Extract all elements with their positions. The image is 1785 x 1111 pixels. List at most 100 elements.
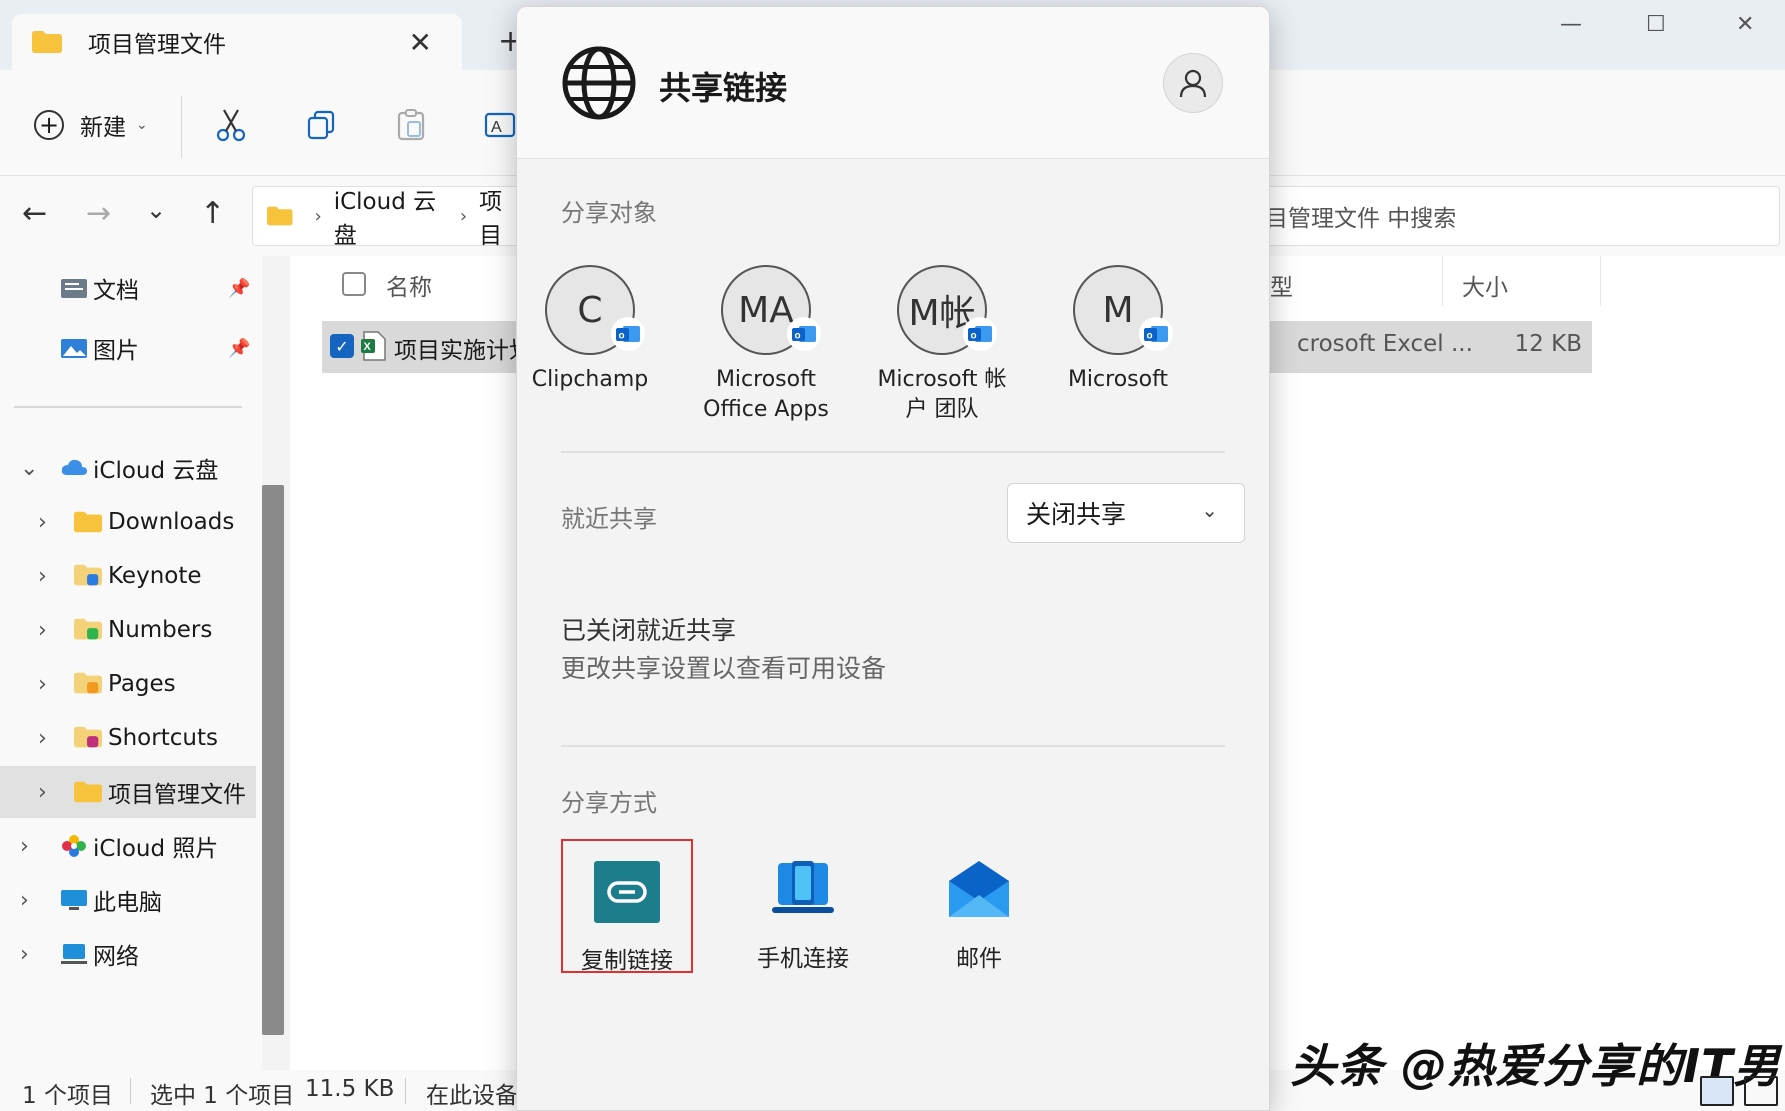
documents-icon (61, 279, 87, 298)
outlook-icon: o (1139, 317, 1173, 351)
nearby-share-heading: 就近共享 (561, 505, 657, 533)
nearby-off-text: 已关闭就近共享 (561, 616, 737, 645)
sidebar-item-numbers[interactable]: › Numbers (0, 604, 256, 656)
chevron-right-icon[interactable]: › (38, 618, 47, 643)
sidebar-item-label: Numbers (108, 617, 213, 643)
sidebar-item-pages[interactable]: › Pages (0, 658, 256, 710)
copy-icon[interactable] (304, 108, 338, 142)
nearby-share-dropdown[interactable]: 关闭共享 ⌄ (1007, 483, 1245, 543)
column-header-name[interactable]: 名称 (386, 268, 432, 302)
numbers-folder-icon (74, 618, 102, 640)
phone-link-button[interactable]: 手机连接 (737, 839, 869, 973)
sidebar-scrollbar[interactable] (262, 485, 284, 1035)
chevron-right-icon[interactable]: › (38, 726, 47, 751)
sidebar-item-pictures[interactable]: 图片 📌 (0, 322, 256, 374)
select-all-checkbox[interactable] (342, 272, 366, 296)
back-arrow-icon[interactable]: ← (22, 196, 47, 231)
section-divider (561, 451, 1225, 453)
copy-link-button[interactable]: 复制链接 (561, 839, 693, 974)
share-dialog: 共享链接 分享对象 C o Clipchamp MA o Microsoft O… (516, 6, 1270, 1111)
new-button[interactable]: + 新建 ⌄ (34, 108, 148, 142)
chevron-right-icon[interactable]: › (38, 564, 47, 589)
sidebar-item-icloud-photos[interactable]: › iCloud 照片 (0, 820, 256, 872)
paste-icon[interactable] (394, 108, 428, 142)
close-window-button[interactable]: ✕ (1736, 12, 1754, 37)
breadcrumb-icloud[interactable]: iCloud 云盘 (334, 182, 448, 250)
minimize-button[interactable]: — (1560, 12, 1582, 37)
status-size: 11.5 KB (305, 1076, 395, 1102)
row-checkbox[interactable]: ✓ (330, 334, 354, 358)
method-label: 邮件 (956, 946, 1002, 972)
contact-clipchamp[interactable]: C o Clipchamp (515, 265, 665, 395)
chevron-right-icon[interactable]: › (38, 672, 47, 697)
share-title: 共享链接 (659, 69, 788, 107)
contact-name: Clipchamp (531, 367, 649, 392)
avatar-initial: M (1102, 289, 1134, 331)
up-arrow-icon[interactable]: ↑ (200, 196, 225, 231)
breadcrumb-project[interactable]: 项目 (479, 182, 521, 250)
rename-icon[interactable]: A (484, 108, 518, 142)
chevron-right-icon[interactable]: › (20, 834, 29, 859)
breadcrumb-separator: › (314, 205, 322, 227)
chevron-down-icon[interactable]: ⌄ (20, 456, 38, 481)
sidebar-item-network[interactable]: › 网络 (0, 928, 256, 980)
plus-icon: + (34, 110, 64, 140)
file-size: 12 KB (1514, 331, 1582, 357)
contact-name: Microsoft 帐户 团队 (877, 367, 1007, 422)
chevron-right-icon[interactable]: › (20, 888, 29, 913)
maximize-button[interactable]: ☐ (1646, 12, 1666, 37)
sidebar-item-keynote[interactable]: › Keynote (0, 550, 256, 602)
sidebar-item-label: 网络 (93, 944, 139, 970)
status-selected: 选中 1 个项目 (150, 1083, 295, 1109)
mail-button[interactable]: 邮件 (913, 839, 1045, 973)
search-box[interactable]: 目管理文件 中搜索 (1240, 186, 1780, 246)
contact-microsoft-office-apps[interactable]: MA o Microsoft Office Apps (691, 265, 841, 425)
sidebar-item-this-pc[interactable]: › 此电脑 (0, 874, 256, 926)
chevron-right-icon[interactable]: › (20, 942, 29, 967)
sidebar-item-label: iCloud 云盘 (93, 458, 219, 484)
contact-microsoft-account-team[interactable]: M帐 o Microsoft 帐户 团队 (867, 265, 1017, 425)
person-icon (1179, 69, 1207, 98)
chevron-right-icon[interactable]: › (38, 780, 47, 805)
status-location: 在此设备 (426, 1083, 518, 1109)
account-button[interactable] (1163, 53, 1223, 113)
details-view-icon[interactable] (1700, 1076, 1734, 1106)
sidebar-item-icloud-drive[interactable]: ⌄ iCloud 云盘 (0, 442, 256, 494)
chevron-right-icon[interactable]: › (38, 510, 47, 535)
pin-icon[interactable]: 📌 (228, 338, 250, 359)
avatar-initial: C (577, 289, 603, 331)
sidebar-item-documents[interactable]: 文档 📌 (0, 262, 256, 314)
tab-title: 项目管理文件 (88, 32, 226, 58)
pages-folder-icon (74, 672, 102, 694)
phone-link-icon (772, 861, 834, 913)
recent-locations-chevron-icon[interactable]: ⌄ (146, 196, 166, 224)
column-header-size[interactable]: 大小 (1462, 268, 1508, 302)
forward-arrow-icon[interactable]: → (86, 196, 111, 231)
avatar: M o (1073, 265, 1173, 355)
avatar-initial: MA (738, 289, 794, 331)
column-header-type[interactable]: 型 (1270, 268, 1293, 302)
tab-close-icon[interactable]: ✕ (409, 26, 432, 59)
link-icon (594, 861, 660, 923)
toolbar-divider (181, 96, 182, 158)
address-bar[interactable]: › iCloud 云盘 › 项目 (252, 186, 522, 249)
sidebar-item-shortcuts[interactable]: › Shortcuts (0, 712, 256, 764)
cut-icon[interactable] (214, 108, 248, 142)
folder-icon (32, 31, 62, 53)
search-placeholder: 目管理文件 中搜索 (1265, 206, 1457, 232)
pictures-icon (61, 339, 87, 358)
pin-icon[interactable]: 📌 (228, 278, 250, 299)
tiles-view-icon[interactable] (1744, 1076, 1778, 1106)
share-to-heading: 分享对象 (561, 199, 657, 227)
sidebar-item-label: 项目管理文件 (108, 782, 246, 808)
excel-file-icon: X (361, 331, 386, 361)
avatar: C o (545, 265, 645, 355)
network-icon (61, 944, 87, 964)
sidebar-item-downloads[interactable]: › Downloads (0, 496, 256, 548)
contact-name: Microsoft Office Apps (703, 367, 829, 422)
avatar: MA o (721, 265, 821, 355)
contact-microsoft[interactable]: M o Microsoft (1043, 265, 1193, 395)
tab-project-files[interactable]: 项目管理文件 ✕ (12, 14, 462, 70)
column-divider (1600, 256, 1601, 306)
sidebar-item-project-files[interactable]: › 项目管理文件 (0, 766, 256, 818)
